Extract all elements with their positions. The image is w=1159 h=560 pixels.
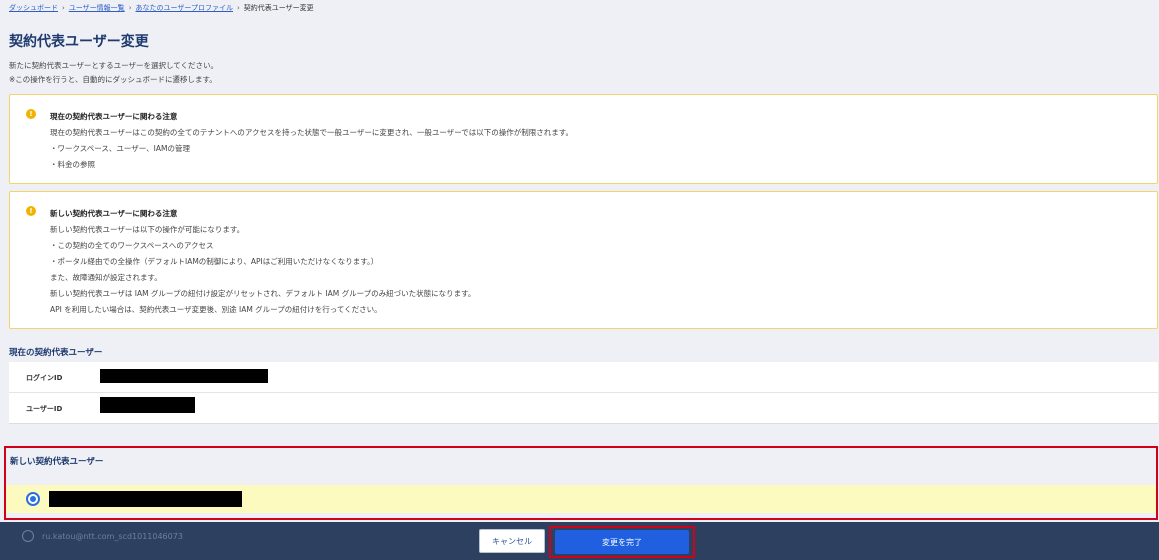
breadcrumb-current: 契約代表ユーザー変更: [243, 4, 314, 12]
user-id-row: ユーザーID: [9, 393, 1158, 424]
redacted-login-id: [100, 369, 268, 383]
login-id-row: ログインID: [9, 362, 1158, 393]
new-user-notice: ! 新しい契約代表ユーザーに関わる注意 新しい契約代表ユーザーは以下の操作が可能…: [9, 191, 1158, 329]
page-note: ※この操作を行うと、自動的にダッシュボードに遷移します。: [9, 75, 217, 84]
current-user-section-title: 現在の契約代表ユーザー: [9, 348, 103, 358]
breadcrumb-separator: ›: [128, 4, 132, 12]
obscured-user-label: ru.katou@ntt.com_scd1011046073: [42, 531, 183, 541]
action-footer: ru.katou@ntt.com_scd1011046073 キャンセル 変更を…: [0, 522, 1159, 560]
page-title: 契約代表ユーザー変更: [9, 34, 149, 50]
notice-line: 現在の契約代表ユーザーはこの契約の全てのテナントへのアクセスを持った状態で一般ユ…: [50, 128, 574, 137]
notice-line: また、故障通知が設定されます。: [50, 273, 162, 282]
breadcrumb-dashboard-link[interactable]: ダッシュボード: [9, 3, 58, 13]
new-user-section-title: 新しい契約代表ユーザー: [10, 457, 104, 467]
login-id-label: ログインID: [26, 374, 63, 382]
breadcrumb: ダッシュボード › ユーザー情報一覧 › あなたのユーザープロファイル › 契約…: [9, 3, 314, 13]
radio-button: [22, 530, 34, 542]
breadcrumb-separator: ›: [236, 4, 240, 12]
new-user-section: 新しい契約代表ユーザー: [4, 446, 1158, 520]
notice-line: ・この契約の全てのワークスペースへのアクセス: [50, 241, 214, 250]
notice-line: 新しい契約代表ユーザは IAM グループの紐付け設定がリセットされ、デフォルト …: [50, 289, 476, 298]
notice-line: ・料金の参照: [50, 160, 95, 169]
notice-title: 新しい契約代表ユーザーに関わる注意: [50, 209, 178, 218]
selected-radio-button[interactable]: [26, 492, 40, 506]
notice-line: ・ポータル経由での全操作（デフォルトIAMの制御により、APIはご利用いただけな…: [50, 257, 379, 266]
breadcrumb-profile-link[interactable]: あなたのユーザープロファイル: [136, 3, 233, 13]
redacted-user-name: [49, 491, 242, 507]
cancel-button[interactable]: キャンセル: [479, 529, 545, 553]
confirm-button-highlight: 変更を完了: [549, 526, 695, 558]
notice-line: API を利用したい場合は、契約代表ユーザ変更後、別途 IAM グループの紐付け…: [50, 305, 382, 314]
current-user-info: ログインID ユーザーID: [9, 362, 1158, 424]
page-description: 新たに契約代表ユーザーとするユーザーを選択してください。: [9, 61, 219, 70]
warning-icon: !: [26, 206, 36, 216]
notice-line: 新しい契約代表ユーザーは以下の操作が可能になります。: [50, 225, 245, 234]
breadcrumb-user-list-link[interactable]: ユーザー情報一覧: [69, 3, 125, 13]
redacted-user-id: [100, 397, 195, 413]
complete-change-button[interactable]: 変更を完了: [555, 530, 689, 554]
notice-line: ・ワークスペース、ユーザー、IAMの管理: [50, 144, 190, 153]
obscured-user-option: ru.katou@ntt.com_scd1011046073: [22, 530, 183, 542]
notice-title: 現在の契約代表ユーザーに関わる注意: [50, 112, 178, 121]
warning-icon: !: [26, 109, 36, 119]
breadcrumb-separator: ›: [62, 4, 65, 12]
user-option-row[interactable]: [6, 485, 1156, 513]
current-user-notice: ! 現在の契約代表ユーザーに関わる注意 現在の契約代表ユーザーはこの契約の全ての…: [9, 94, 1158, 184]
user-id-label: ユーザーID: [26, 405, 63, 413]
